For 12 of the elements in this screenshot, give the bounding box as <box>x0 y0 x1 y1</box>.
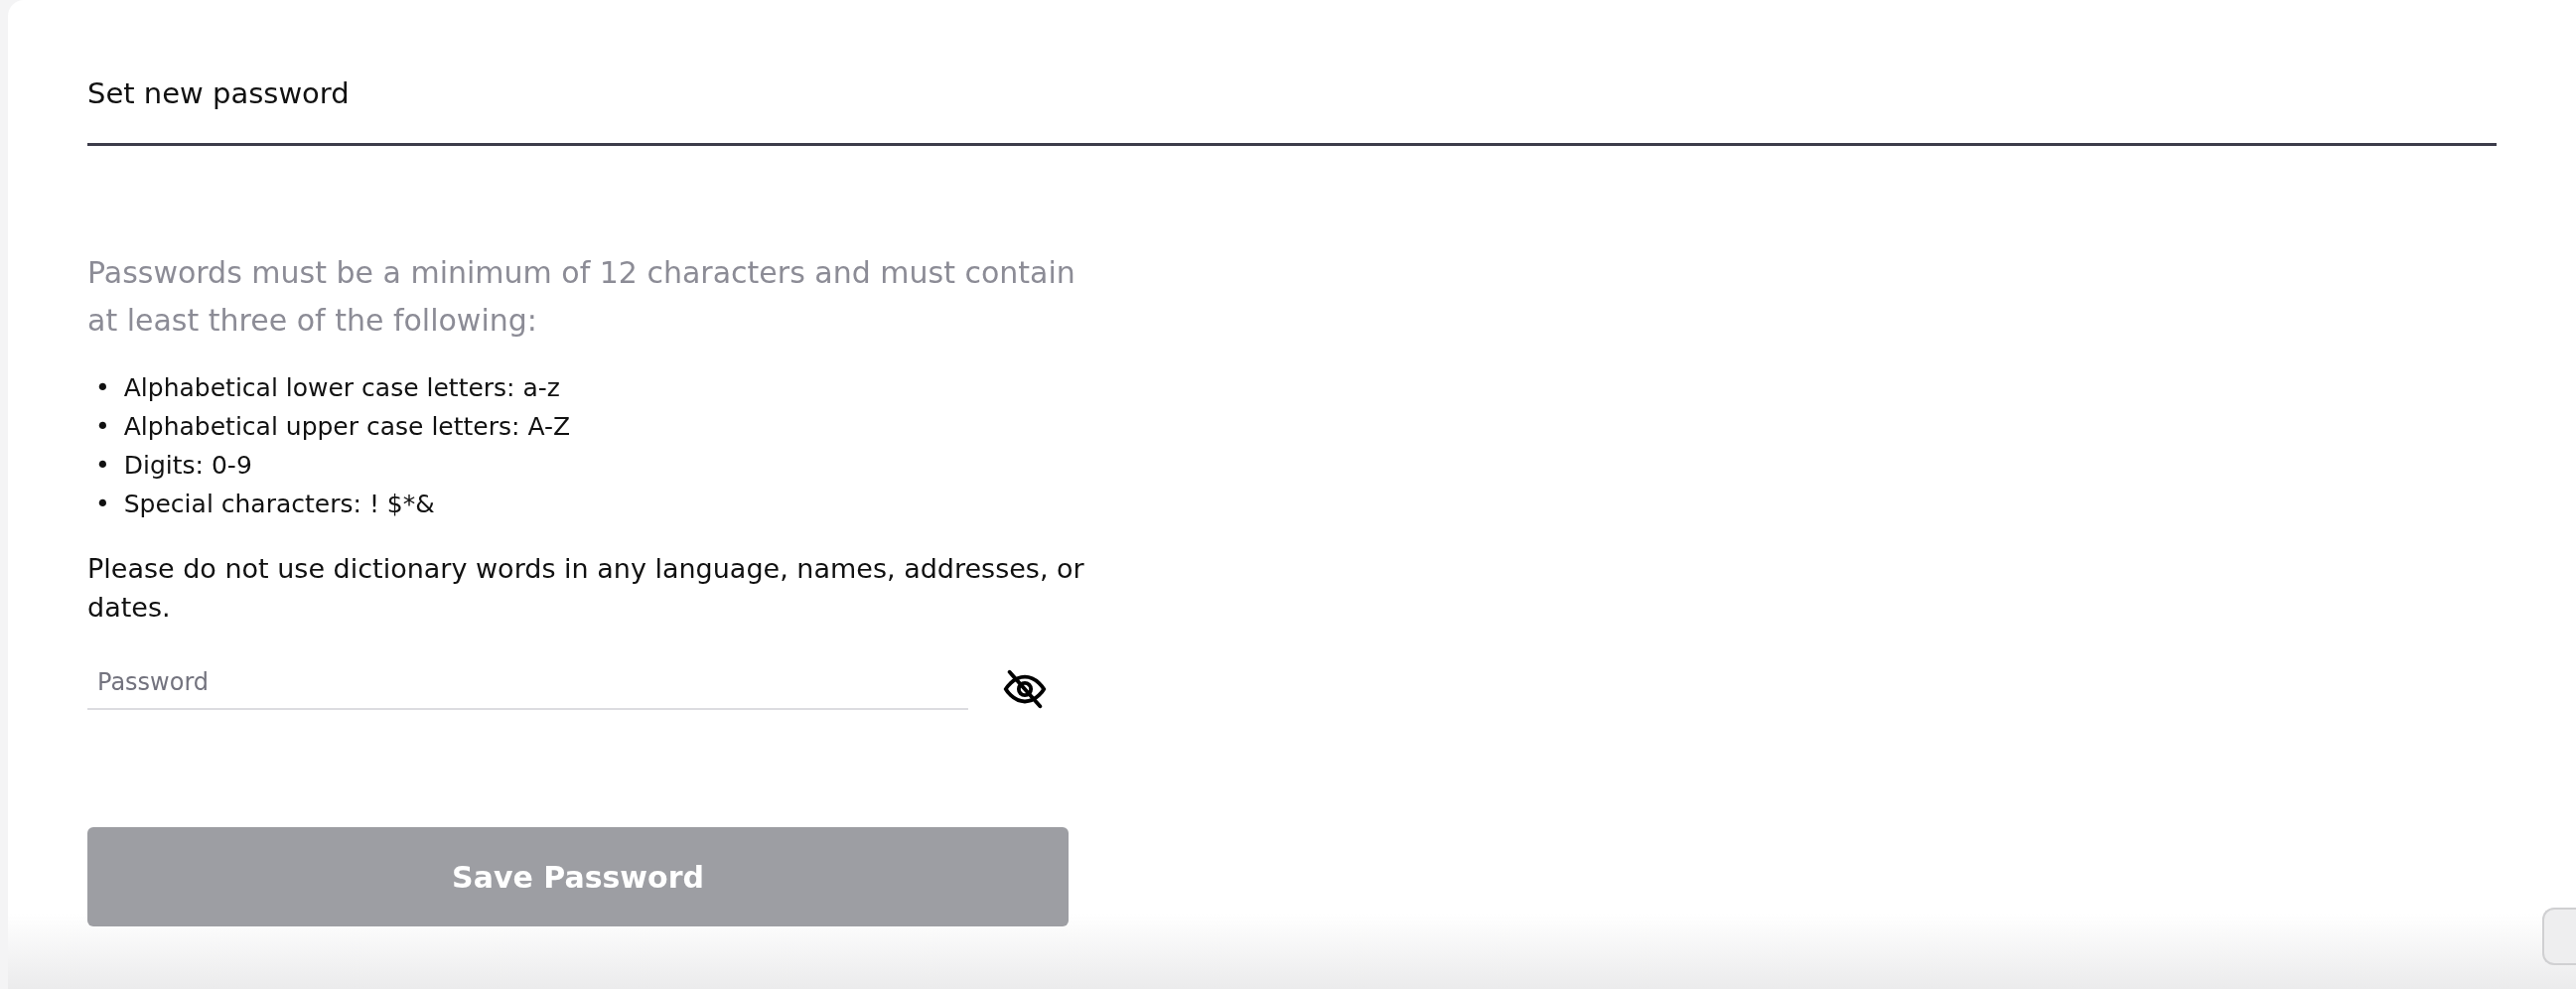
password-advice: Please do not use dictionary words in any language, names, addresses, or dates. <box>87 552 1085 625</box>
requirement-item: Alphabetical lower case letters: a-z <box>123 372 560 404</box>
bullet: • <box>95 450 110 482</box>
password-field[interactable]: Password <box>87 668 968 710</box>
bullet: • <box>95 372 110 404</box>
bullet: • <box>95 411 110 443</box>
page-title: Set new password <box>87 75 351 112</box>
requirement-item: Special characters: ! $*& <box>123 489 435 520</box>
requirement-item: Digits: 0-9 <box>123 450 252 482</box>
requirement-item: Alphabetical upper case letters: A-Z <box>123 411 571 443</box>
requirements-intro: Passwords must be a minimum of 12 characters and must contain at least three of the following: <box>87 254 1076 340</box>
bullet: • <box>95 489 110 520</box>
